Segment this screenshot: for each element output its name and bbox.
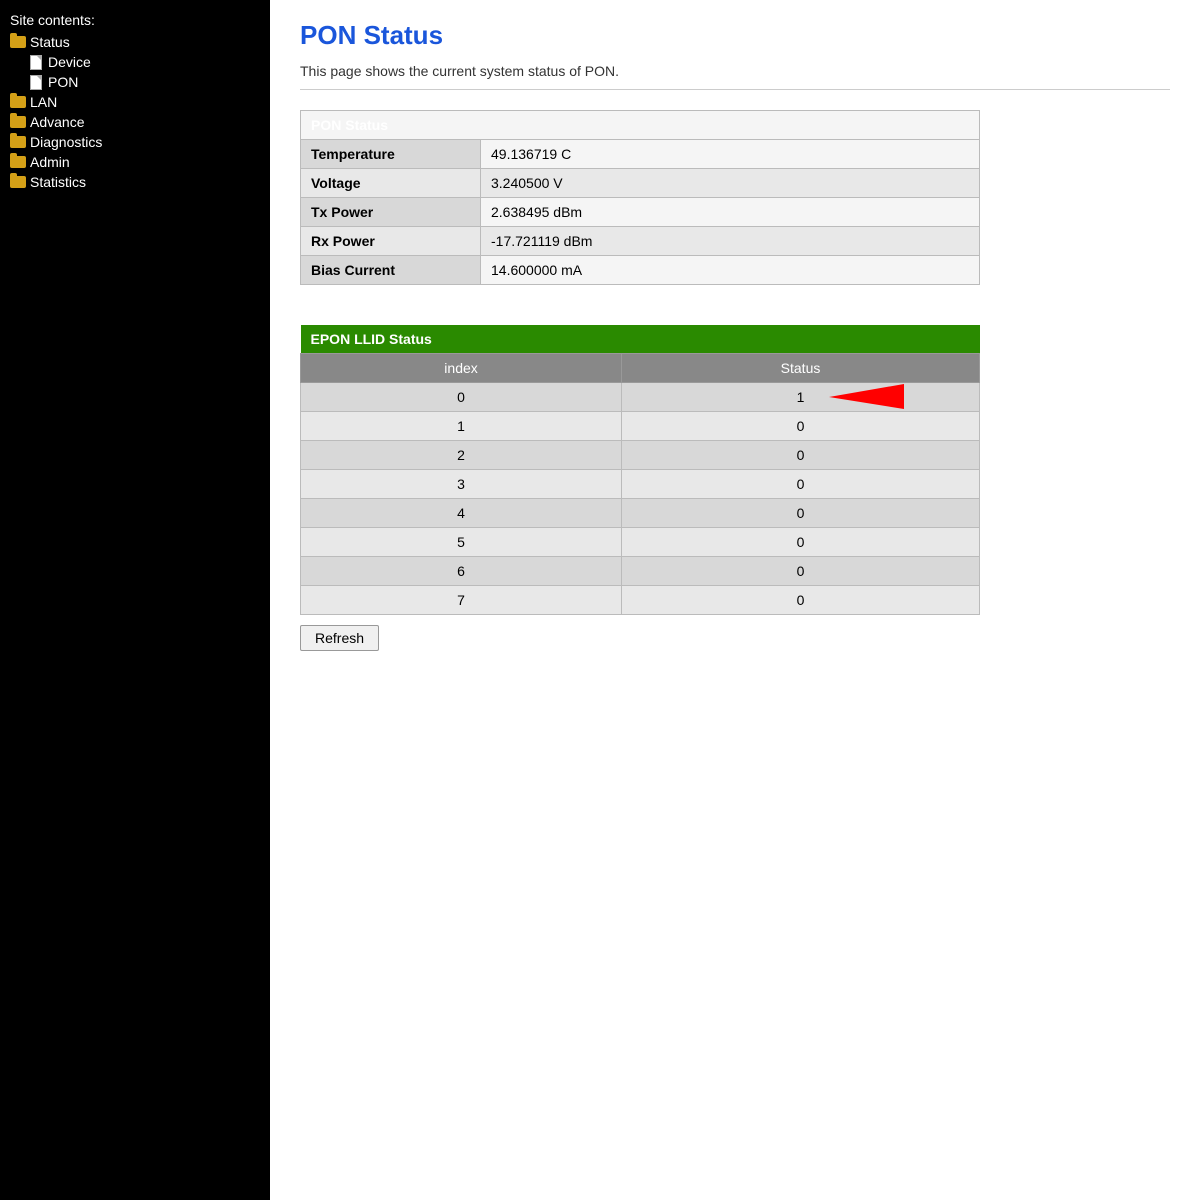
table-row: Voltage3.240500 V	[301, 169, 980, 198]
sidebar: Site contents: Status Device PON LAN Adv…	[0, 0, 270, 1200]
row-value: 14.600000 mA	[481, 256, 980, 285]
sidebar-item-statistics[interactable]: Statistics	[0, 172, 270, 192]
col-index-header: index	[301, 354, 622, 383]
table-row: Bias Current14.600000 mA	[301, 256, 980, 285]
llid-index: 4	[301, 499, 622, 528]
row-label: Rx Power	[301, 227, 481, 256]
sidebar-item-diagnostics[interactable]: Diagnostics	[0, 132, 270, 152]
refresh-button[interactable]: Refresh	[300, 625, 379, 651]
red-arrow-annotation	[814, 379, 904, 414]
table-row: 01	[301, 383, 980, 412]
sidebar-title: Site contents:	[0, 8, 270, 32]
epon-llid-header: EPON LLID Status	[301, 325, 980, 354]
row-value: -17.721119 dBm	[481, 227, 980, 256]
llid-status: 0	[622, 557, 980, 586]
row-label: Bias Current	[301, 256, 481, 285]
llid-index: 5	[301, 528, 622, 557]
table-row: 20	[301, 441, 980, 470]
llid-status: 0	[622, 470, 980, 499]
pon-status-table: PON Status Temperature49.136719 CVoltage…	[300, 110, 980, 285]
sidebar-item-status[interactable]: Status	[0, 32, 270, 52]
llid-status: 1	[622, 383, 980, 412]
sidebar-item-label: Admin	[30, 154, 70, 170]
row-value: 2.638495 dBm	[481, 198, 980, 227]
table-row: 40	[301, 499, 980, 528]
folder-icon	[10, 176, 26, 188]
llid-index: 3	[301, 470, 622, 499]
llid-status: 0	[622, 441, 980, 470]
table-row: Tx Power2.638495 dBm	[301, 198, 980, 227]
page-title: PON Status	[300, 20, 1170, 51]
page-icon	[30, 75, 42, 90]
llid-status: 0	[622, 586, 980, 615]
row-label: Tx Power	[301, 198, 481, 227]
llid-status: 0	[622, 528, 980, 557]
epon-llid-table: EPON LLID Status index Status 0110203040…	[300, 325, 980, 615]
folder-icon	[10, 116, 26, 128]
folder-icon	[10, 96, 26, 108]
folder-icon	[10, 136, 26, 148]
row-value: 3.240500 V	[481, 169, 980, 198]
llid-index: 0	[301, 383, 622, 412]
folder-icon	[10, 156, 26, 168]
sidebar-item-device[interactable]: Device	[0, 52, 270, 72]
page-description: This page shows the current system statu…	[300, 63, 1170, 90]
sidebar-item-lan[interactable]: LAN	[0, 92, 270, 112]
llid-index: 2	[301, 441, 622, 470]
llid-status: 0	[622, 499, 980, 528]
main-content: PON Status This page shows the current s…	[270, 0, 1200, 1200]
table-row: 60	[301, 557, 980, 586]
table-row: 30	[301, 470, 980, 499]
table-row: 70	[301, 586, 980, 615]
table-row: Temperature49.136719 C	[301, 140, 980, 169]
sidebar-item-label: PON	[48, 74, 78, 90]
pon-status-header: PON Status	[301, 111, 980, 140]
folder-icon	[10, 36, 26, 48]
sidebar-item-label: Diagnostics	[30, 134, 102, 150]
table-row: 10	[301, 412, 980, 441]
table-row: 50	[301, 528, 980, 557]
epon-llid-section: EPON LLID Status index Status 0110203040…	[300, 325, 1170, 615]
sidebar-item-admin[interactable]: Admin	[0, 152, 270, 172]
col-status-header: Status	[622, 354, 980, 383]
sidebar-item-label: LAN	[30, 94, 57, 110]
sidebar-item-advance[interactable]: Advance	[0, 112, 270, 132]
llid-status: 0	[622, 412, 980, 441]
row-label: Temperature	[301, 140, 481, 169]
llid-index: 1	[301, 412, 622, 441]
llid-index: 7	[301, 586, 622, 615]
row-value: 49.136719 C	[481, 140, 980, 169]
row-label: Voltage	[301, 169, 481, 198]
sidebar-item-label: Advance	[30, 114, 84, 130]
sidebar-item-label: Device	[48, 54, 91, 70]
sidebar-item-pon[interactable]: PON	[0, 72, 270, 92]
sidebar-item-label: Statistics	[30, 174, 86, 190]
sidebar-item-label: Status	[30, 34, 70, 50]
page-icon	[30, 55, 42, 70]
table-row: Rx Power-17.721119 dBm	[301, 227, 980, 256]
llid-index: 6	[301, 557, 622, 586]
